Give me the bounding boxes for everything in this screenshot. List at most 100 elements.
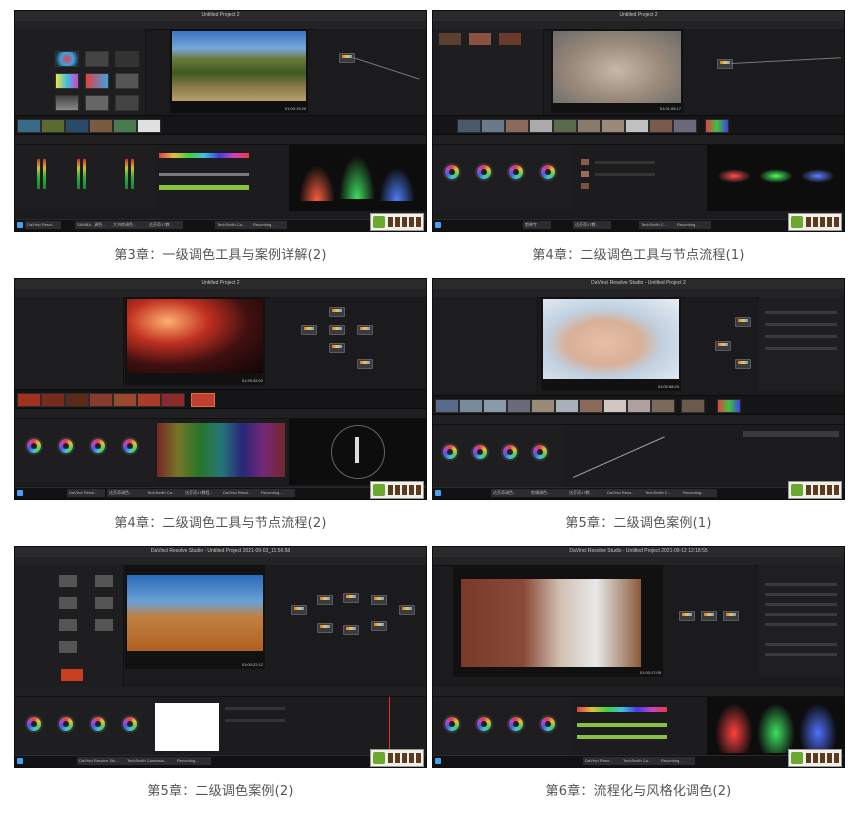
card-caption: 第4章：二级调色工具与节点流程(1) bbox=[532, 248, 745, 263]
media-pool-panel bbox=[15, 565, 124, 695]
taskbar-button[interactable]: TechSmith C... bbox=[643, 489, 681, 497]
taskbar-button[interactable]: DaVinci Reso... bbox=[583, 757, 621, 765]
window-title: DaVinci Resolve Studio - Untitled Projec… bbox=[591, 280, 686, 286]
tutorial-card-3[interactable]: Untitled Project 2 01:29:32:02 DaVinci R… bbox=[14, 278, 427, 531]
viewer-timecode: 01:01:05:17 bbox=[659, 106, 681, 111]
taskbar-button[interactable]: 剪辑调色... bbox=[529, 489, 567, 497]
taskbar-button[interactable]: DaVinci Reso... bbox=[605, 489, 643, 497]
tutorial-card-1[interactable]: Untitled Project 2 01:00:19:20 DaVinci R… bbox=[14, 10, 427, 263]
hsl-qualifier-panel[interactable] bbox=[155, 145, 289, 211]
inspector-panel[interactable] bbox=[759, 297, 844, 391]
windows-taskbar: DaVinci Reso... TechSmith Ca... Recordin… bbox=[433, 755, 844, 767]
taskbar-button[interactable]: Recording... bbox=[259, 489, 295, 497]
color-warper-panel[interactable] bbox=[573, 145, 707, 211]
node-editor[interactable] bbox=[267, 565, 426, 669]
panel-tabs[interactable] bbox=[15, 687, 426, 697]
taskbar-button[interactable]: 达芬奇调色... bbox=[107, 489, 145, 497]
clip-timeline[interactable] bbox=[15, 115, 426, 135]
video-viewer[interactable]: 01:00:58:29 bbox=[541, 297, 681, 391]
watermark-logo bbox=[788, 213, 842, 231]
tutorial-card-2[interactable]: Untitled Project 2 01:01:05:17 剪映专 达芬奇17… bbox=[432, 10, 845, 263]
viewer-timecode: 01:00:58:29 bbox=[657, 384, 679, 389]
window-title: Untitled Project 2 bbox=[201, 12, 240, 18]
curves-panel[interactable] bbox=[563, 425, 697, 491]
screenshot-resolve-color-page: DaVinci Resolve Studio - Untitled Projec… bbox=[432, 278, 845, 500]
color-wheels-panel[interactable] bbox=[15, 419, 155, 485]
color-wheels-panel[interactable] bbox=[15, 697, 155, 763]
watermark-logo bbox=[788, 481, 842, 499]
screenshot-resolve-color-page: Untitled Project 2 01:00:19:20 DaVinci R… bbox=[14, 10, 427, 232]
window-title: Untitled Project 2 bbox=[201, 280, 240, 286]
taskbar-button[interactable]: 达芬奇17教... bbox=[567, 489, 605, 497]
taskbar-button[interactable]: TechSmith Ca... bbox=[215, 221, 253, 229]
card-caption: 第6章：流程化与风格化调色(2) bbox=[545, 784, 732, 799]
resolve-fx-library[interactable] bbox=[759, 565, 844, 677]
video-viewer[interactable]: 01:01:05:17 bbox=[551, 29, 683, 113]
card-caption: 第5章：二级调色案例(2) bbox=[147, 784, 294, 799]
hue-vs-curve-panel[interactable] bbox=[155, 419, 289, 485]
taskbar-button[interactable]: 达芬奇调色... bbox=[491, 489, 529, 497]
taskbar-button[interactable]: Recording... bbox=[675, 221, 711, 229]
panel-tabs[interactable] bbox=[15, 409, 426, 419]
node-editor[interactable] bbox=[685, 297, 755, 391]
key-panel[interactable] bbox=[155, 697, 289, 763]
gallery-panel bbox=[433, 29, 544, 125]
taskbar-button[interactable]: 达芬奇17教... bbox=[573, 221, 611, 229]
primaries-bars-panel[interactable] bbox=[15, 145, 155, 211]
taskbar-button[interactable]: TechSmith Ca... bbox=[621, 757, 659, 765]
clip-timeline[interactable] bbox=[433, 395, 844, 415]
taskbar-button[interactable]: DaVinci Resol... bbox=[25, 221, 61, 229]
screenshot-resolve-color-page: Untitled Project 2 01:29:32:02 DaVinci R… bbox=[14, 278, 427, 500]
card-caption: 第4章：二级调色工具与节点流程(2) bbox=[114, 516, 327, 531]
taskbar-button[interactable]: SAMBA - 调色... bbox=[75, 221, 113, 229]
panel-tabs[interactable] bbox=[433, 415, 844, 425]
gallery-panel bbox=[433, 297, 538, 393]
viewer-timecode: 01:00:19:20 bbox=[284, 106, 306, 111]
taskbar-button[interactable]: Recording... bbox=[251, 221, 287, 229]
tutorial-card-5[interactable]: DaVinci Resolve Studio - Untitled Projec… bbox=[14, 546, 427, 799]
window-title: Untitled Project 2 bbox=[619, 12, 658, 18]
taskbar-button[interactable]: DaVinci Resolve Stu... bbox=[77, 757, 125, 765]
panel-tabs[interactable] bbox=[15, 135, 426, 145]
taskbar-button[interactable]: 达芬奇17教程... bbox=[183, 489, 221, 497]
gallery-panel bbox=[15, 297, 124, 393]
taskbar-button[interactable]: Recording... bbox=[659, 757, 695, 765]
video-viewer[interactable]: 01:00:22:12 bbox=[125, 565, 265, 669]
node-editor[interactable] bbox=[665, 565, 755, 677]
panel-tabs[interactable] bbox=[433, 135, 844, 145]
taskbar-button[interactable]: DaVinci Resol... bbox=[221, 489, 259, 497]
video-viewer[interactable]: 01:00:19:20 bbox=[170, 29, 308, 113]
color-wheels-panel[interactable] bbox=[433, 425, 563, 491]
taskbar-button[interactable]: TechSmith Ca... bbox=[145, 489, 183, 497]
taskbar-button[interactable]: 剪映专 bbox=[523, 221, 551, 229]
taskbar-button[interactable]: 大书库调色... bbox=[111, 221, 149, 229]
clip-timeline[interactable] bbox=[433, 115, 844, 135]
screenshot-resolve-color-page: DaVinci Resolve Studio - Untitled Projec… bbox=[14, 546, 427, 768]
viewer-timecode: 01:00:17:05 bbox=[639, 670, 661, 675]
window-title: DaVinci Resolve Studio - Untitled Projec… bbox=[150, 548, 291, 554]
windows-taskbar: 达芬奇调色... 剪辑调色... 达芬奇17教... DaVinci Reso.… bbox=[433, 487, 844, 499]
taskbar-button[interactable]: TechSmith Camtasia... bbox=[125, 757, 175, 765]
windows-taskbar: DaVinci Resol... 达芬奇调色... TechSmith Ca..… bbox=[15, 487, 426, 499]
tutorial-card-6[interactable]: DaVinci Resolve Studio - Untitled Projec… bbox=[432, 546, 845, 799]
taskbar-button[interactable]: DaVinci Resol... bbox=[67, 489, 105, 497]
hsl-qualifier-panel[interactable] bbox=[573, 697, 707, 763]
gallery-panel bbox=[15, 29, 146, 133]
color-wheels-panel[interactable] bbox=[433, 145, 573, 211]
panel-tabs[interactable] bbox=[433, 687, 844, 697]
tutorial-card-4[interactable]: DaVinci Resolve Studio - Untitled Projec… bbox=[432, 278, 845, 531]
taskbar-button[interactable]: 达芬奇17教... bbox=[147, 221, 183, 229]
windows-taskbar: DaVinci Resol... SAMBA - 调色... 大书库调色... … bbox=[15, 219, 426, 231]
taskbar-button[interactable]: Recording... bbox=[681, 489, 717, 497]
color-wheels-panel[interactable] bbox=[433, 697, 573, 763]
video-viewer[interactable]: 01:29:32:02 bbox=[125, 297, 265, 385]
node-editor[interactable] bbox=[315, 29, 426, 113]
clip-timeline[interactable] bbox=[15, 389, 426, 409]
taskbar-button[interactable]: Recording... bbox=[175, 757, 211, 765]
viewer-timecode: 01:00:22:12 bbox=[241, 662, 263, 667]
node-editor[interactable] bbox=[685, 29, 844, 113]
watermark-logo bbox=[370, 481, 424, 499]
video-viewer[interactable]: 01:00:17:05 bbox=[453, 565, 663, 677]
taskbar-button[interactable]: TechSmith C... bbox=[639, 221, 677, 229]
node-editor[interactable] bbox=[271, 297, 426, 385]
